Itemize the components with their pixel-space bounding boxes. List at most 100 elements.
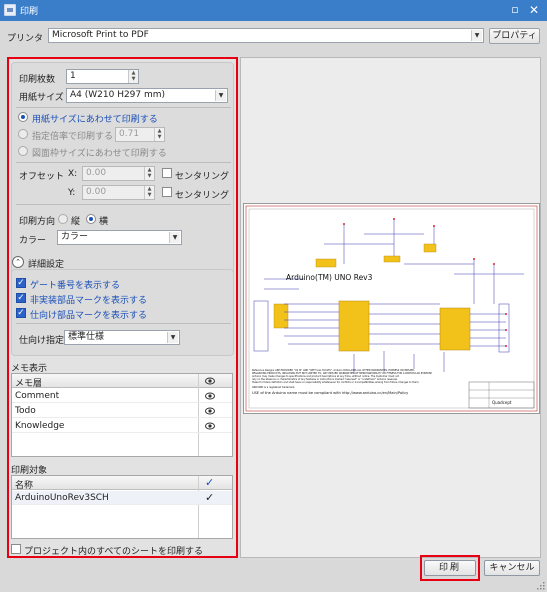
close-icon[interactable]: ✕ [527,3,541,17]
paper-size-label: 用紙サイズ [19,93,64,103]
spinner-buttons[interactable]: ▲ ▼ [144,167,154,180]
destination-label: 仕向け指定 [19,336,65,346]
target-row[interactable]: ArduinoUnoRev3SCH ✓ [12,491,232,505]
offset-x-value: 0.00 [86,168,107,178]
print-button[interactable]: 印刷 [424,560,476,576]
offset-x-spinner[interactable]: 0.00 ▲ ▼ [82,166,155,181]
preview-sheet: Arduino(TM) UNO Rev3 Reference Designs A… [243,203,540,414]
eye-icon[interactable] [205,422,215,430]
target-list-header: 名称 ✓ [12,476,232,491]
destination-value: 標準仕様 [68,332,105,342]
portrait-radio[interactable] [58,214,68,224]
spinner-buttons[interactable]: ▲ ▼ [128,70,138,83]
resize-grip-icon[interactable] [536,581,545,590]
column-separator [198,476,199,538]
divider [16,204,231,205]
memo-row-label: Todo [15,406,36,416]
color-label: カラー [19,236,47,246]
unmounted-mark-label: 非実装部品マークを表示する [30,296,148,306]
chevron-down-icon[interactable]: ▼ [167,332,178,343]
offset-label: オフセット [19,172,65,182]
chevron-down-icon[interactable]: ▼ [215,90,226,101]
divider [16,162,231,163]
target-column-header: 名称 [15,481,34,491]
memo-row-knowledge[interactable]: Knowledge [12,419,232,433]
offset-x-label: X: [68,169,78,179]
memo-row-label: Comment [15,391,60,401]
offset-y-value: 0.00 [86,187,107,197]
chevron-down-icon[interactable]: ▼ [471,30,482,41]
checkmark-icon[interactable]: ✓ [205,491,214,505]
scale-value: 0.71 [119,129,140,139]
printer-select-value: Microsoft Print to PDF [52,30,149,40]
printer-app-icon [4,4,16,16]
details-group: ✓ ゲート番号を表示する ✓ 非実装部品マークを表示する ✓ 仕向け部品マークを… [11,269,234,356]
checkmark-icon: ✓ [205,476,215,489]
memo-list-header: メモ層 [12,374,232,389]
landscape-radio[interactable] [86,214,96,224]
copies-value: 1 [70,71,76,81]
offset-y-spinner[interactable]: 0.00 ▲ ▼ [82,185,155,200]
memo-layer-list: メモ層 Comment Todo Knowledge [11,373,233,457]
copies-label: 印刷枚数 [19,75,56,85]
center-y-checkbox[interactable] [162,187,172,197]
fit-frame-radio[interactable] [18,146,28,156]
eye-icon[interactable] [205,392,215,400]
center-x-label: センタリング [175,172,230,182]
scale-radio[interactable] [18,129,28,139]
schematic-drawing: Arduino(TM) UNO Rev3 Reference Designs A… [245,205,538,412]
eye-icon[interactable] [205,407,215,415]
title-block-company: Quadcept [492,400,512,405]
spin-down-icon[interactable]: ▼ [129,76,138,82]
fit-paper-radio[interactable] [18,112,28,122]
dest-mark-label: 仕向け部品マークを表示する [30,311,148,321]
printer-label: プリンタ [7,34,44,44]
divider [16,323,231,324]
scale-spinner[interactable]: 0.71 ▲ ▼ [115,127,165,142]
maximize-icon[interactable]: ▫ [509,4,521,16]
gate-number-label: ゲート番号を表示する [30,281,121,291]
memo-row-comment[interactable]: Comment [12,389,232,403]
print-preview: Arduino(TM) UNO Rev3 Reference Designs A… [240,57,541,558]
printer-select[interactable]: Microsoft Print to PDF ▼ [48,28,484,43]
cancel-button[interactable]: キャンセル [484,560,540,576]
svg-text:these for future definition an: these for future definition and shall ha… [252,381,419,384]
preview-footer-text: USE of the Arduino name must be complian… [252,391,409,395]
fit-paper-label: 用紙サイズにあわせて印刷する [32,115,158,125]
unmounted-mark-checkbox[interactable]: ✓ [16,293,26,303]
spinner-buttons[interactable]: ▲ ▼ [144,186,154,199]
schematic-title: Arduino(TM) UNO Rev3 [286,273,373,282]
memo-column-header: メモ層 [15,379,43,389]
spinner-buttons[interactable]: ▲ ▼ [154,128,164,141]
gate-number-checkbox[interactable]: ✓ [16,278,26,288]
window-title: 印刷 [20,7,39,17]
target-row-label: ArduinoUnoRev3SCH [15,493,109,503]
settings-panel: 印刷枚数 1 ▲ ▼ 用紙サイズ A4 (W210 H297 mm) ▼ 用紙サイ… [7,57,238,558]
collapse-icon[interactable]: ⌃ [12,256,24,268]
fit-frame-label: 図面枠サイズにあわせて印刷する [32,149,167,159]
landscape-label: 横 [99,217,109,227]
paper-size-select[interactable]: A4 (W210 H297 mm) ▼ [66,88,228,103]
spin-down-icon[interactable]: ▼ [145,173,154,179]
center-x-checkbox[interactable] [162,168,172,178]
all-sheets-checkbox[interactable] [11,544,21,554]
print-target-list: 名称 ✓ ArduinoUnoRev3SCH ✓ [11,475,233,539]
memo-row-todo[interactable]: Todo [12,404,232,418]
spin-down-icon[interactable]: ▼ [145,192,154,198]
portrait-label: 縦 [71,217,81,227]
orientation-label: 印刷方向 [19,217,56,227]
title-bar: 印刷 ▫ ✕ [0,0,547,21]
destination-select[interactable]: 標準仕様 ▼ [64,330,180,345]
scale-label: 指定倍率で印刷する [32,132,114,142]
divider [16,107,231,108]
all-sheets-label: プロジェクト内のすべてのシートを印刷する [24,547,204,557]
properties-button[interactable]: プロパティ [489,28,540,44]
color-select[interactable]: カラー ▼ [57,230,182,245]
eye-icon [205,377,215,385]
memo-row-label: Knowledge [15,421,65,431]
spin-down-icon[interactable]: ▼ [155,134,164,140]
copies-spinner[interactable]: 1 ▲ ▼ [66,69,139,84]
chevron-down-icon[interactable]: ▼ [169,232,180,243]
dest-mark-checkbox[interactable]: ✓ [16,308,26,318]
color-value: カラー [61,232,89,242]
